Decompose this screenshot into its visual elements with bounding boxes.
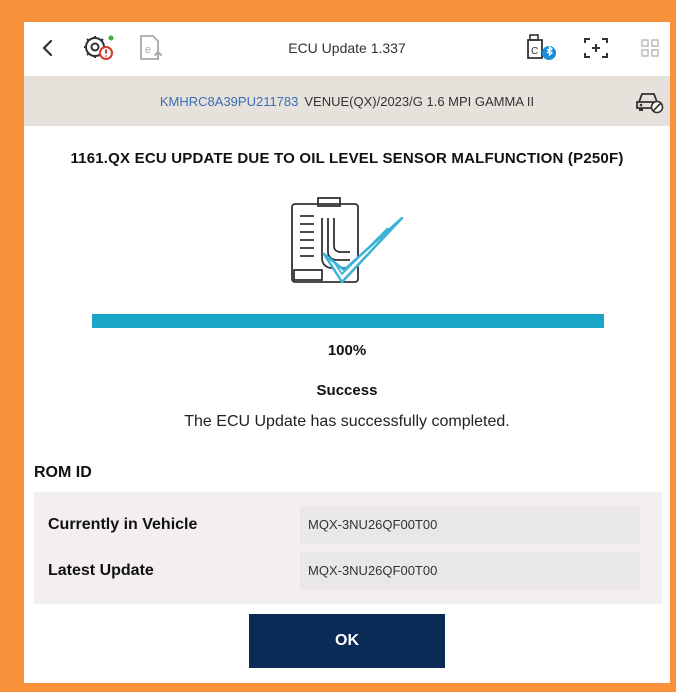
rom-row-value: MQX-3NU26QF00T00	[300, 552, 640, 590]
vehicle-info-bar: KMHRC8A39PU211783 VENUE(QX)/2023/G 1.6 M…	[24, 76, 670, 126]
ecu-success-icon	[278, 194, 408, 299]
rom-id-table: Currently in Vehicle MQX-3NU26QF00T00 La…	[34, 492, 662, 604]
progress-percent: 100%	[327, 342, 367, 359]
svg-text:C: C	[531, 46, 538, 57]
gear-alert-icon[interactable]	[80, 32, 118, 64]
e-upload-icon[interactable]: e	[134, 32, 168, 64]
screenshot-icon[interactable]	[580, 32, 612, 64]
update-heading: 1161.QX ECU UPDATE DUE TO OIL LEVEL SENS…	[70, 150, 624, 167]
back-arrow-icon[interactable]	[36, 32, 60, 64]
vehicle-vin: KMHRC8A39PU211783	[159, 93, 299, 109]
svg-text:e: e	[145, 44, 151, 56]
rom-row-label: Latest Update	[48, 562, 154, 579]
ok-button[interactable]: OK	[249, 614, 445, 668]
rom-row-value: MQX-3NU26QF00T00	[300, 506, 640, 544]
status-message: The ECU Update has successfully complete…	[184, 413, 510, 430]
app-window: e ECU Update 1.337 C KMHRC8A39PU211783 V…	[24, 22, 670, 683]
rom-row-label: Currently in Vehicle	[48, 516, 198, 533]
grid-menu-icon[interactable]	[636, 32, 664, 64]
rom-row-latest: Latest Update MQX-3NU26QF00T00	[34, 550, 662, 592]
page-title: ECU Update 1.337	[288, 40, 406, 56]
update-progress-bar	[92, 314, 604, 328]
progress-fill	[92, 314, 604, 328]
status-text: Success	[316, 382, 378, 399]
bluetooth-device-icon[interactable]: C	[524, 32, 560, 64]
rom-row-current: Currently in Vehicle MQX-3NU26QF00T00	[34, 504, 662, 546]
top-toolbar: e ECU Update 1.337 C	[24, 22, 670, 76]
rom-id-label: ROM ID	[34, 464, 92, 481]
vehicle-description: VENUE(QX)/2023/G 1.6 MPI GAMMA II	[304, 93, 535, 109]
car-check-icon[interactable]	[634, 88, 664, 117]
